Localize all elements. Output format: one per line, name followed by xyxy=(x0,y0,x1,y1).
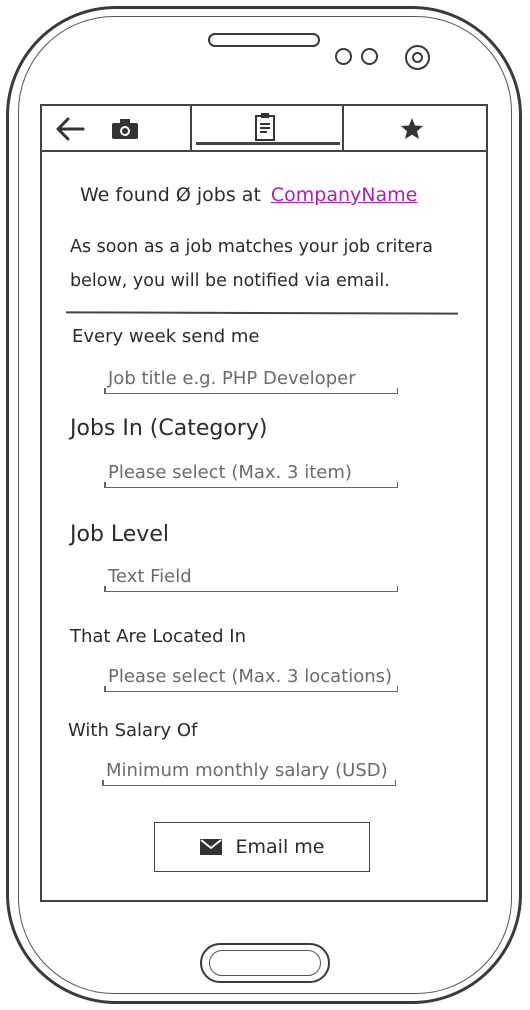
location-label: That Are Located In xyxy=(70,626,246,647)
company-name-link[interactable]: CompanyName xyxy=(271,184,417,206)
category-select[interactable]: Please select (Max. 3 item) xyxy=(104,460,398,488)
category-label: Jobs In (Category) xyxy=(70,416,268,441)
camera-icon[interactable] xyxy=(111,118,139,140)
tab-bar xyxy=(42,106,486,152)
salary-label: With Salary Of xyxy=(68,720,198,741)
jobs-found-text: We found Ø jobs at CompanyName xyxy=(80,184,417,206)
envelope-icon xyxy=(199,839,222,855)
star-icon[interactable] xyxy=(400,117,424,140)
sensor-icon xyxy=(335,48,352,65)
location-select[interactable]: Please select (Max. 3 locations) xyxy=(104,664,398,692)
front-camera-icon xyxy=(405,45,430,70)
email-me-label: Email me xyxy=(235,836,325,858)
job-level-label: Job Level xyxy=(70,522,169,547)
clipboard-icon[interactable] xyxy=(254,112,276,142)
home-button[interactable] xyxy=(200,943,330,983)
back-arrow-icon[interactable] xyxy=(54,116,86,142)
job-level-input[interactable]: Text Field xyxy=(104,564,398,592)
app-screen: We found Ø jobs at CompanyName As soon as… xyxy=(40,104,488,902)
every-week-label: Every week send me xyxy=(72,326,260,347)
tab-divider xyxy=(190,106,192,150)
tab-active-indicator xyxy=(196,142,340,145)
email-me-button[interactable]: Email me xyxy=(154,822,370,872)
jobs-found-label: We found Ø jobs at xyxy=(80,184,261,206)
speaker-grille xyxy=(208,33,320,47)
tab-divider xyxy=(342,106,344,150)
notification-info-text: As soon as a job matches your job criter… xyxy=(70,237,433,291)
sensor-icon xyxy=(361,48,378,65)
salary-input[interactable]: Minimum monthly salary (USD) xyxy=(102,758,396,786)
section-divider xyxy=(65,311,459,315)
job-title-input[interactable]: Job title e.g. PHP Developer xyxy=(104,366,398,394)
